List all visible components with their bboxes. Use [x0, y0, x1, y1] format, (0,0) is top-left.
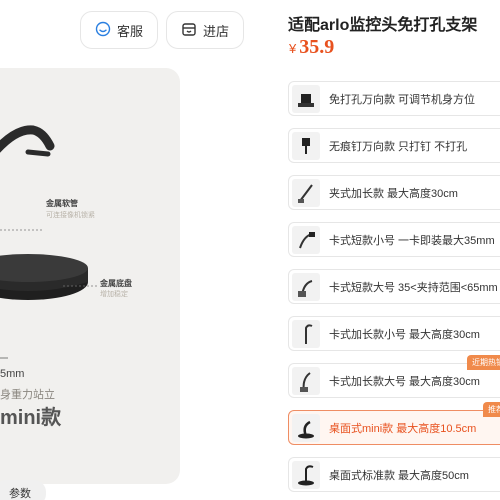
- sku-option-thumbnail: [292, 460, 320, 489]
- customer-service-label: 客服: [116, 23, 143, 39]
- product-price: ¥35.9: [289, 36, 334, 59]
- sku-option-thumbnail: [292, 272, 320, 301]
- customer-service-button[interactable]: 客服: [80, 11, 158, 49]
- store-icon: [181, 21, 197, 40]
- sku-option[interactable]: 无痕钉万向款 只打钉 不打孔: [288, 128, 500, 163]
- sku-option-label: 夹式加长款 最大高度30cm: [329, 187, 458, 200]
- product-image[interactable]: 金属软管 可连接像机锁紧 金属底盘 增加稳定 5mm 身重力站立 mini款: [0, 68, 180, 484]
- enter-store-button[interactable]: 进店: [166, 11, 244, 49]
- smile-chat-icon: [95, 21, 111, 40]
- sku-option-label: 卡式短款小号 一卡即装最大35mm: [329, 234, 495, 247]
- sku-option-thumbnail: [292, 131, 320, 160]
- sku-option-thumbnail: [292, 178, 320, 207]
- sku-option-label: 无痕钉万向款 只打钉 不打孔: [329, 140, 468, 153]
- stand-caption: 身重力站立: [0, 389, 55, 401]
- sku-option[interactable]: 桌面式mini款 最大高度10.5cm 推荐: [288, 402, 500, 445]
- sku-option-thumbnail: [292, 225, 320, 254]
- price-value: 35.9: [299, 36, 335, 58]
- hose-callout-label: 金属软管: [46, 199, 78, 208]
- enter-store-label: 进店: [202, 23, 229, 39]
- sku-option-thumbnail: [292, 413, 320, 442]
- sku-option-thumbnail: [292, 84, 320, 113]
- sku-option-label: 桌面式mini款 最大高度10.5cm: [329, 422, 477, 435]
- params-tab[interactable]: 参数: [0, 480, 46, 500]
- sku-option[interactable]: 卡式短款大号 35<夹持范围<65mm: [288, 269, 500, 304]
- product-title: 适配arlo监控头免打孔支架: [288, 17, 478, 34]
- sku-option-thumbnail: [292, 319, 320, 348]
- sku-option-badge: 近期热销: [467, 355, 500, 370]
- model-caption: mini款: [0, 407, 62, 429]
- sku-option-label: 卡式加长款大号 最大高度30cm: [329, 375, 480, 388]
- sku-option-badge: 推荐: [483, 402, 500, 417]
- sku-option[interactable]: 夹式加长款 最大高度30cm: [288, 175, 500, 210]
- dimension-label: 5mm: [0, 368, 25, 380]
- sku-option-label: 卡式短款大号 35<夹持范围<65mm: [329, 281, 498, 294]
- sku-option-label: 桌面式标准款 最大高度50cm: [329, 469, 469, 482]
- sku-option[interactable]: 卡式加长款小号 最大高度30cm: [288, 316, 500, 351]
- sku-option-label: 免打孔万向款 可调节机身方位: [329, 93, 476, 106]
- base-callout-label: 金属底盘: [100, 279, 132, 288]
- hose-callout-sublabel: 可连接像机锁紧: [46, 212, 95, 219]
- sku-option[interactable]: 卡式短款小号 一卡即装最大35mm: [288, 222, 500, 257]
- sku-option-thumbnail: [292, 366, 320, 395]
- currency-symbol: ¥: [289, 41, 297, 56]
- sku-option-label: 卡式加长款小号 最大高度30cm: [329, 328, 480, 341]
- sku-option[interactable]: 桌面式标准款 最大高度50cm: [288, 457, 500, 492]
- sku-option[interactable]: 卡式加长款大号 最大高度30cm 近期热销: [288, 355, 500, 398]
- sku-option[interactable]: 免打孔万向款 可调节机身方位: [288, 81, 500, 116]
- base-callout-sublabel: 增加稳定: [100, 291, 128, 298]
